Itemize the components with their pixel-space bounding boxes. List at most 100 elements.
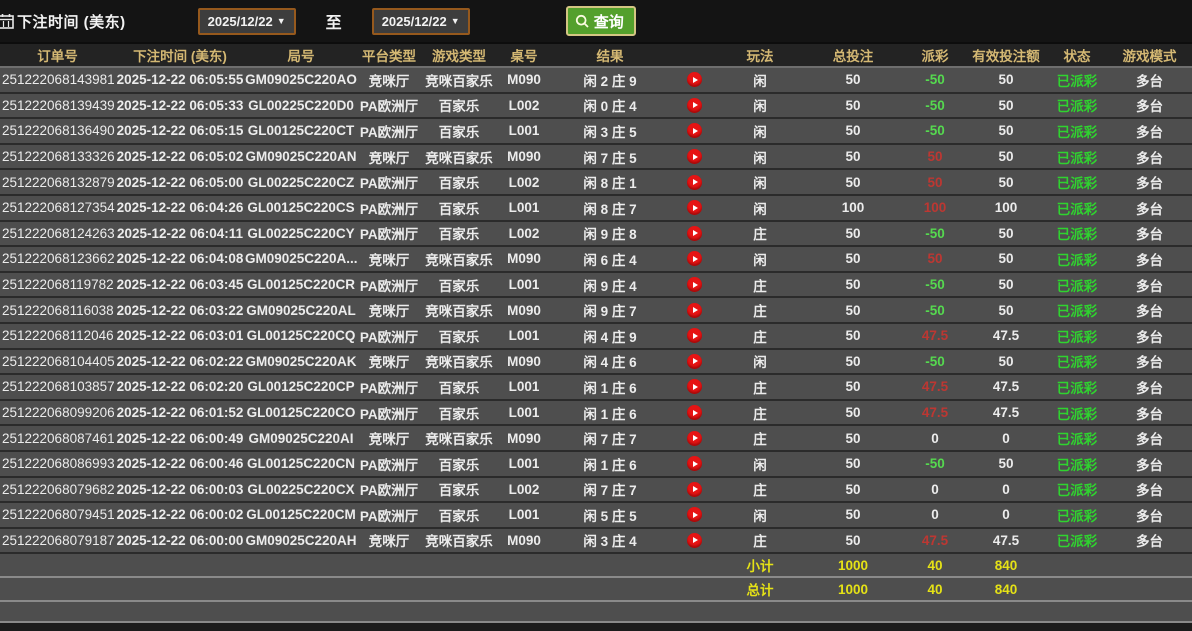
cell-status: 已派彩 <box>1056 432 1098 448</box>
cell-result: 闲 3 庄 4 <box>583 534 637 550</box>
play-icon[interactable] <box>686 353 702 369</box>
cell-game-type: 竞咪百家乐 <box>425 432 493 448</box>
cell-result: 闲 9 庄 8 <box>583 227 637 243</box>
cell-bet-on: 庄 <box>753 278 767 294</box>
column-header-bet-time: 下注时间 (美东) <box>133 49 227 64</box>
column-header-total-bet: 总投注 <box>832 49 874 64</box>
cell-game-type: 百家乐 <box>438 508 480 524</box>
cell-platform: PA欧洲厅 <box>359 380 419 396</box>
cell-replay <box>669 456 719 472</box>
cell-bet-time: 2025-12-22 06:05:02 <box>116 149 244 165</box>
cell-bet-time: 2025-12-22 06:05:00 <box>116 174 244 190</box>
cell-round-id: GM09025C220AL <box>246 302 356 318</box>
cell-game-mode: 多台 <box>1136 406 1163 422</box>
cell-result: 闲 0 庄 4 <box>583 99 637 115</box>
cell-result: 闲 5 庄 5 <box>583 508 637 524</box>
play-icon[interactable] <box>686 251 702 267</box>
cell-status: 已派彩 <box>1056 201 1098 217</box>
cell-order-id: 251222068079451 <box>2 507 115 523</box>
cell-replay <box>669 97 719 113</box>
summary-row: 总计 1000 40 840 <box>0 578 1192 603</box>
cell-status: 已派彩 <box>1056 176 1098 192</box>
play-icon[interactable] <box>686 507 702 523</box>
summary-payout: 40 <box>927 581 943 597</box>
play-icon[interactable] <box>686 123 702 139</box>
cell-game-mode: 多台 <box>1136 176 1163 192</box>
cell-payout: 47.5 <box>921 532 949 548</box>
cell-round-id: GL00225C220CY <box>247 225 355 241</box>
summary-row: 小计 1000 40 840 <box>0 554 1192 579</box>
play-icon[interactable] <box>686 97 702 113</box>
cell-result: 闲 7 庄 7 <box>583 432 637 448</box>
play-triangle <box>692 383 698 390</box>
to-label: 至 <box>325 15 342 32</box>
cell-valid-bet: 50 <box>998 174 1014 190</box>
cell-platform: PA欧洲厅 <box>359 176 419 192</box>
play-icon[interactable] <box>686 277 702 293</box>
date-to-select[interactable]: 2025/12/22 ▼ <box>371 7 470 35</box>
cell-result: 闲 1 庄 6 <box>583 380 637 396</box>
play-icon[interactable] <box>686 532 702 548</box>
play-triangle <box>692 537 698 544</box>
query-button[interactable]: 查询 <box>565 6 636 36</box>
cell-table-no: L002 <box>508 225 540 241</box>
table-row: 251222068087461 2025-12-22 06:00:49 GM09… <box>0 426 1192 452</box>
cell-payout: 47.5 <box>921 379 949 395</box>
cell-bet-on: 庄 <box>753 534 767 550</box>
play-icon[interactable] <box>686 174 702 190</box>
table-row: 251222068086993 2025-12-22 06:00:46 GL00… <box>0 451 1192 478</box>
cell-status: 已派彩 <box>1056 73 1098 89</box>
cell-total-bet: 50 <box>845 430 861 446</box>
cell-total-bet: 50 <box>845 72 861 88</box>
cell-platform: PA欧洲厅 <box>359 201 419 217</box>
table-row: 251222068099206 2025-12-22 06:01:52 GL00… <box>0 400 1192 427</box>
cell-replay <box>669 225 719 241</box>
cell-result: 闲 7 庄 7 <box>583 483 637 499</box>
cell-table-no: L001 <box>508 405 540 421</box>
cell-bet-on: 庄 <box>753 304 767 320</box>
cell-replay <box>669 72 719 88</box>
date-from-select[interactable]: 2025/12/22 ▼ <box>197 7 296 35</box>
play-icon[interactable] <box>686 456 702 472</box>
cell-game-mode: 多台 <box>1136 304 1163 320</box>
cell-bet-on: 闲 <box>753 201 767 217</box>
play-icon[interactable] <box>686 405 702 421</box>
play-icon[interactable] <box>686 72 702 88</box>
summary-label: 总计 <box>746 583 774 599</box>
cell-order-id: 251222068112046 <box>2 328 114 344</box>
table-row: 251222068103857 2025-12-22 06:02:20 GL00… <box>0 375 1192 401</box>
play-icon[interactable] <box>686 200 702 216</box>
cell-valid-bet: 50 <box>998 72 1014 88</box>
cell-bet-on: 庄 <box>753 227 767 243</box>
play-icon[interactable] <box>686 149 702 165</box>
play-icon[interactable] <box>686 328 702 344</box>
play-triangle <box>692 204 698 211</box>
play-icon[interactable] <box>686 481 702 497</box>
table-summary: 小计 1000 40 840 总计 1000 40 840 <box>0 554 1192 603</box>
column-header-table-no: 桌号 <box>510 49 538 64</box>
cell-bet-time: 2025-12-22 06:03:22 <box>116 302 244 318</box>
cell-table-no: L001 <box>508 277 540 293</box>
cell-table-no: L001 <box>508 507 540 523</box>
play-icon[interactable] <box>686 302 702 318</box>
cell-game-mode: 多台 <box>1136 534 1163 550</box>
play-icon[interactable] <box>686 430 702 446</box>
cell-bet-on: 庄 <box>753 329 767 345</box>
cell-bet-time: 2025-12-22 06:00:49 <box>116 430 244 446</box>
cell-game-mode: 多台 <box>1136 278 1163 294</box>
cell-result: 闲 4 庄 9 <box>583 329 637 345</box>
cell-replay <box>669 430 719 446</box>
play-icon[interactable] <box>686 225 702 241</box>
cell-round-id: GM09025C220AN <box>245 149 357 165</box>
play-triangle <box>692 255 698 262</box>
cell-round-id: GM09025C220AO <box>245 72 357 88</box>
cell-game-type: 竞咪百家乐 <box>425 73 493 89</box>
cell-bet-time: 2025-12-22 06:02:22 <box>116 353 244 369</box>
cell-result: 闲 6 庄 4 <box>583 252 637 268</box>
cell-bet-time: 2025-12-22 06:05:15 <box>116 123 244 139</box>
cell-valid-bet: 50 <box>998 302 1014 318</box>
play-triangle <box>692 435 698 442</box>
date-to-value: 2025/12/22 <box>381 13 447 29</box>
cell-payout: -50 <box>925 302 945 318</box>
play-icon[interactable] <box>686 379 702 395</box>
